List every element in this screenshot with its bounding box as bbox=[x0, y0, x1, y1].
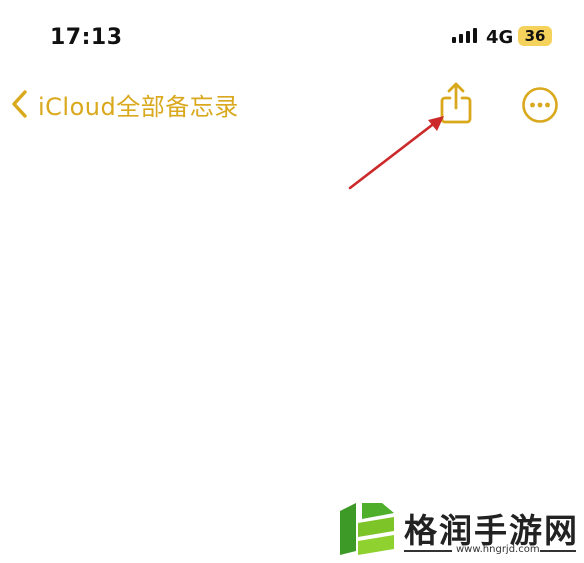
note-body[interactable] bbox=[0, 140, 584, 490]
more-ellipsis-icon[interactable] bbox=[521, 86, 559, 124]
watermark-divider-right bbox=[540, 550, 576, 552]
nav-bar: iCloud全部备忘录 bbox=[0, 74, 584, 134]
back-label: iCloud全部备忘录 bbox=[38, 92, 239, 121]
watermark: 格润手游网 www.hngrjd.com bbox=[334, 498, 584, 563]
chevron-left-icon bbox=[12, 90, 27, 118]
watermark-divider-left bbox=[404, 550, 452, 552]
back-button[interactable]: iCloud全部备忘录 bbox=[10, 84, 239, 124]
status-time: 17:13 bbox=[50, 25, 123, 50]
leaf-logo-icon bbox=[340, 503, 394, 555]
status-bar: 17:13 4G 36 bbox=[0, 0, 584, 70]
signal-bars-icon bbox=[452, 28, 477, 43]
watermark-url: www.hngrjd.com bbox=[456, 544, 540, 555]
network-type: 4G bbox=[486, 27, 514, 48]
battery-indicator: 36 bbox=[518, 26, 552, 46]
